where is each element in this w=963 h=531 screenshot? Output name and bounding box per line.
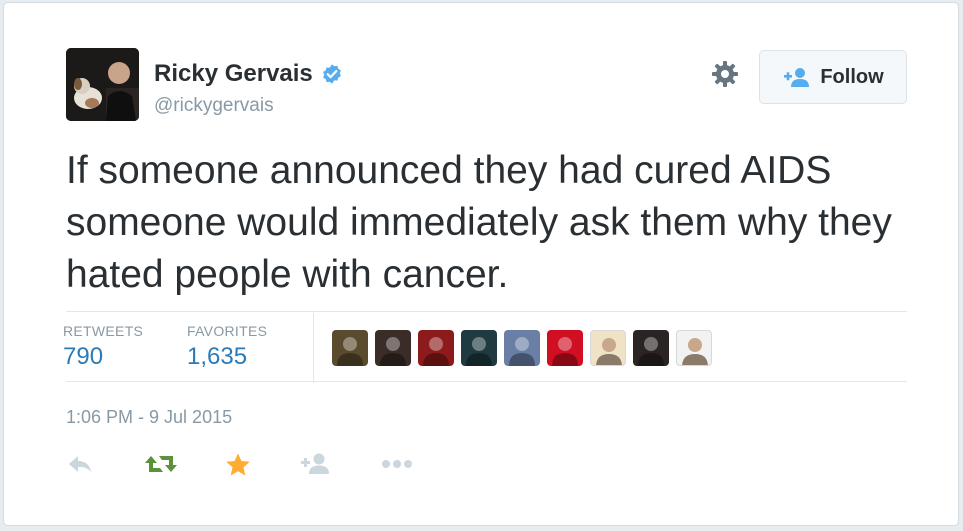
tweet-card: Ricky Gervais @rickygervais Follow If so… xyxy=(3,2,959,526)
retweets-stat[interactable]: RETWEETS 790 xyxy=(63,323,143,371)
divider-top xyxy=(66,311,907,312)
favoriter-avatar-2[interactable] xyxy=(375,330,411,366)
tweet-timestamp[interactable]: 1:06 PM - 9 Jul 2015 xyxy=(66,407,232,428)
favorites-count: 1,635 xyxy=(187,343,248,370)
reply-icon[interactable] xyxy=(65,452,95,476)
author-name[interactable]: Ricky Gervais xyxy=(154,60,313,88)
favorites-label: FAVORITES xyxy=(187,323,268,339)
follow-label: Follow xyxy=(820,65,884,88)
favoriter-avatar-5[interactable] xyxy=(504,330,540,366)
favoriter-avatar-3[interactable] xyxy=(418,330,454,366)
favoriter-avatar-1[interactable] xyxy=(332,330,368,366)
favoriter-avatar-7[interactable] xyxy=(590,330,626,366)
more-icon[interactable] xyxy=(380,452,414,476)
author-name-row[interactable]: Ricky Gervais xyxy=(154,60,343,88)
tweet-text: If someone announced they had cured AIDS… xyxy=(66,149,892,296)
retweet-icon[interactable] xyxy=(143,452,179,476)
favoriter-avatar-9[interactable] xyxy=(676,330,712,366)
favorites-stat[interactable]: FAVORITES 1,635 xyxy=(187,323,267,371)
gear-icon[interactable] xyxy=(711,60,739,88)
retweets-label: RETWEETS xyxy=(63,323,144,339)
divider-bottom xyxy=(66,381,907,382)
favoriter-avatar-4[interactable] xyxy=(461,330,497,366)
favoriter-avatar-8[interactable] xyxy=(633,330,669,366)
favoriter-avatar-6[interactable] xyxy=(547,330,583,366)
follow-icon[interactable] xyxy=(300,452,332,476)
author-avatar[interactable] xyxy=(66,48,139,121)
favorite-icon[interactable] xyxy=(224,452,252,478)
stats-divider xyxy=(313,313,314,383)
favoriters-list xyxy=(332,330,719,366)
follow-button[interactable]: Follow xyxy=(759,50,907,104)
add-user-icon xyxy=(784,68,810,87)
verified-badge-icon xyxy=(322,64,341,84)
author-handle[interactable]: @rickygervais xyxy=(154,95,274,117)
retweets-count: 790 xyxy=(63,343,104,370)
